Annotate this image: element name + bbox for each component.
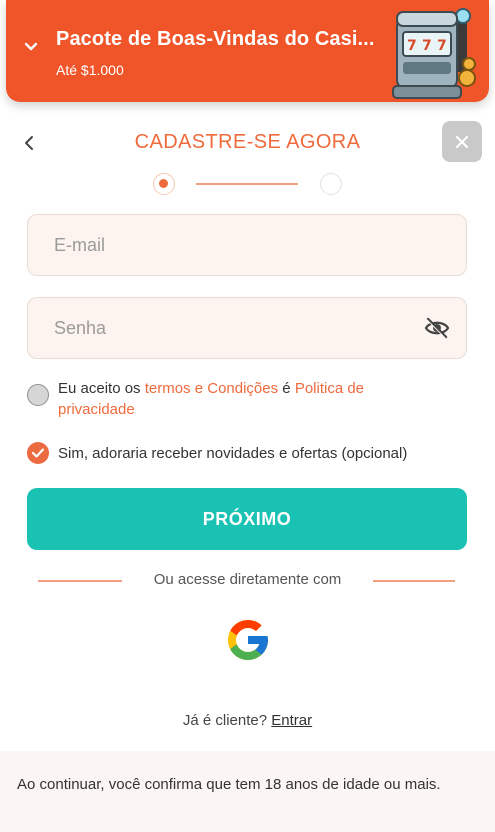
- step-1-indicator: [153, 173, 175, 195]
- terms-link[interactable]: termos e Condições: [145, 380, 278, 397]
- chevron-down-icon[interactable]: [22, 38, 40, 56]
- checkmark-icon: [31, 448, 45, 458]
- close-button[interactable]: [442, 121, 482, 162]
- google-icon[interactable]: [224, 616, 272, 664]
- page-title: CADASTRE-SE AGORA: [134, 131, 361, 153]
- terms-text: Eu aceito os termos e Condições é Politi…: [58, 378, 438, 420]
- slot-machine-icon: 7 7 7: [392, 8, 476, 99]
- login-prompt: Já é cliente? Entrar: [0, 712, 495, 729]
- close-icon: [455, 135, 469, 148]
- promo-title: Pacote de Boas-Vindas do Casi...: [56, 28, 375, 50]
- email-input[interactable]: [28, 215, 466, 275]
- promo-subtitle: Até $1.000: [56, 62, 124, 78]
- password-field[interactable]: [27, 297, 467, 359]
- terms-prefix: Eu aceito os: [58, 380, 145, 397]
- terms-middle: é: [278, 380, 295, 397]
- offers-checkbox[interactable]: [27, 442, 49, 464]
- login-link[interactable]: Entrar: [271, 712, 312, 729]
- step-connector: [196, 183, 298, 185]
- divider-right: [373, 580, 455, 582]
- age-disclaimer-footer: Ao continuar, você confirma que tem 18 a…: [0, 751, 495, 832]
- svg-text:7: 7: [437, 38, 447, 54]
- login-question: Já é cliente?: [182, 712, 268, 729]
- promo-banner[interactable]: Pacote de Boas-Vindas do Casi... Até $1.…: [6, 0, 489, 102]
- svg-text:7: 7: [407, 38, 417, 54]
- offers-label: Sim, adoraria receber novidades e oferta…: [58, 445, 408, 462]
- password-input[interactable]: [28, 298, 466, 358]
- svg-text:7: 7: [422, 38, 432, 54]
- eye-off-icon[interactable]: [424, 317, 450, 339]
- email-field[interactable]: [27, 214, 467, 276]
- terms-checkbox[interactable]: [27, 384, 49, 406]
- step-2-indicator: [320, 173, 342, 195]
- age-disclaimer: Ao continuar, você confirma que tem 18 a…: [17, 776, 441, 793]
- next-button[interactable]: PRÓXIMO: [27, 488, 467, 550]
